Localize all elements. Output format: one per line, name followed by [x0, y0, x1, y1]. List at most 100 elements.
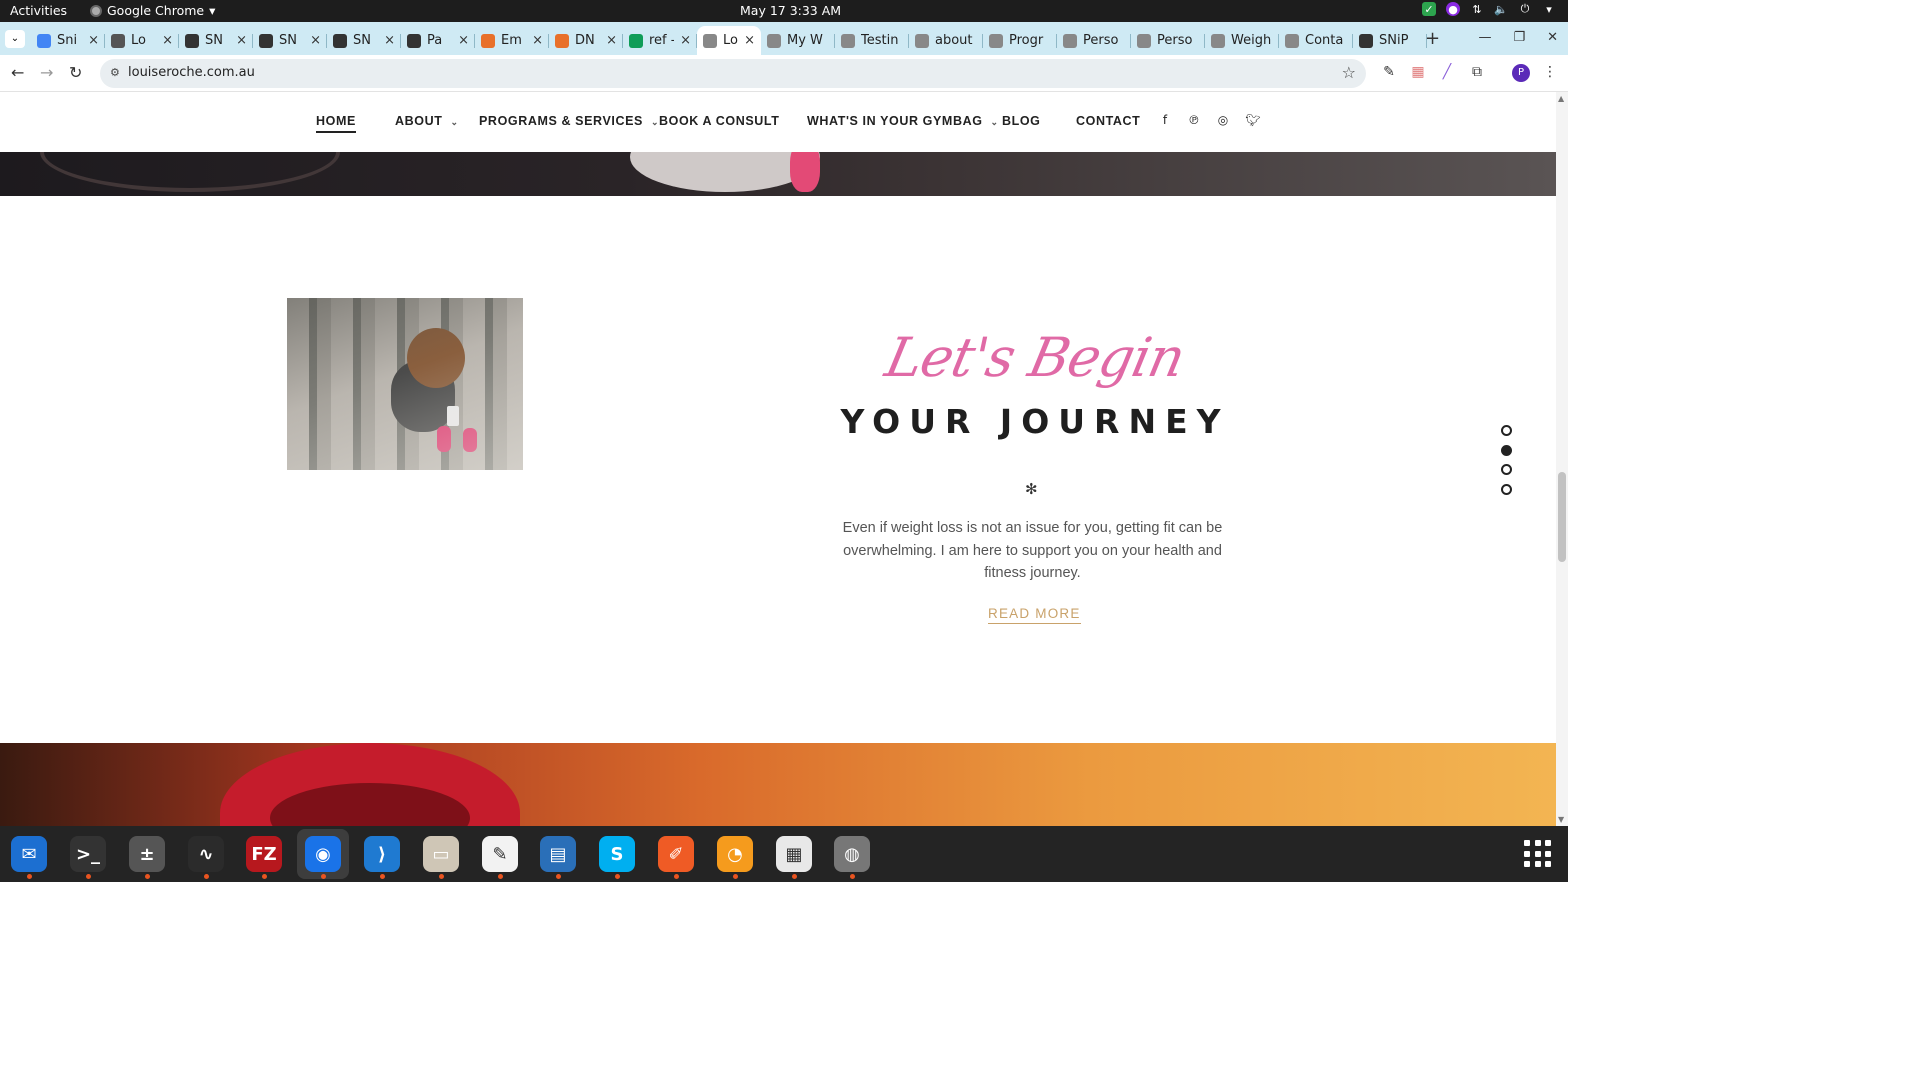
- tab[interactable]: Testin: [835, 26, 909, 55]
- nav-item[interactable]: HOME: [316, 114, 356, 133]
- forward-button[interactable]: →: [40, 63, 53, 82]
- blender-like-icon[interactable]: ◔: [717, 836, 753, 879]
- maximize-button[interactable]: ❐: [1513, 30, 1525, 45]
- nav-item[interactable]: ABOUT ⌄: [395, 114, 459, 128]
- tab[interactable]: Em ×: [475, 26, 549, 55]
- tab-search-button[interactable]: ⌄: [5, 30, 25, 48]
- document-viewer-icon[interactable]: ▦: [776, 836, 812, 879]
- libreoffice-writer-icon[interactable]: ▤: [540, 836, 576, 879]
- filezilla-icon[interactable]: FZ: [246, 836, 282, 879]
- url-text[interactable]: louiseroche.com.au: [128, 65, 255, 80]
- chrome-icon[interactable]: ◉: [305, 836, 341, 879]
- calculator-icon[interactable]: ±: [129, 836, 165, 879]
- profile-avatar[interactable]: P: [1512, 64, 1530, 82]
- vscode-icon[interactable]: ⟩: [364, 836, 400, 879]
- tab[interactable]: about: [909, 26, 983, 55]
- system-monitor-icon[interactable]: ∿: [188, 836, 224, 879]
- text-editor-icon[interactable]: ✎: [482, 836, 518, 879]
- script-heading: Let's Begin: [880, 326, 1190, 389]
- close-tab-icon[interactable]: ×: [532, 33, 543, 48]
- close-tab-icon[interactable]: ×: [680, 33, 691, 48]
- nav-item[interactable]: WHAT'S IN YOUR GYMBAG ⌄: [807, 114, 999, 128]
- app-indicator-icon[interactable]: ●: [1446, 2, 1460, 16]
- hero-image-top: [0, 152, 1556, 196]
- extensions-puzzle-icon[interactable]: ⧉: [1468, 64, 1486, 82]
- tab[interactable]: SN ×: [327, 26, 401, 55]
- tab[interactable]: SNiP: [1353, 26, 1427, 55]
- close-tab-icon[interactable]: ×: [88, 33, 99, 48]
- files-icon[interactable]: ▭: [423, 836, 459, 879]
- pinterest-icon[interactable]: ℗: [1186, 112, 1202, 128]
- site-info-icon[interactable]: ⚙: [110, 66, 120, 79]
- postman-icon[interactable]: ✐: [658, 836, 694, 879]
- tab[interactable]: Lo ×: [697, 26, 761, 55]
- status-check-icon[interactable]: ✓: [1422, 2, 1436, 16]
- read-more-link[interactable]: READ MORE: [988, 606, 1081, 624]
- nav-item[interactable]: PROGRAMS & SERVICES ⌄: [479, 114, 659, 128]
- back-button[interactable]: ←: [11, 63, 24, 82]
- volume-icon[interactable]: 🔈: [1494, 2, 1508, 16]
- chevron-down-icon[interactable]: ▾: [1542, 2, 1556, 16]
- tab[interactable]: Weigh: [1205, 26, 1279, 55]
- google-docs-icon: [37, 33, 51, 48]
- close-tab-icon[interactable]: ×: [384, 33, 395, 48]
- new-tab-button[interactable]: +: [1425, 28, 1440, 49]
- pen-extension-icon[interactable]: ╱: [1438, 64, 1456, 82]
- tab-title: SN: [205, 33, 223, 48]
- tab-title: DN: [575, 33, 595, 48]
- tab[interactable]: ref - G ×: [623, 26, 697, 55]
- network-icon[interactable]: ⇅: [1470, 2, 1484, 16]
- close-tab-icon[interactable]: ×: [310, 33, 321, 48]
- thunderbird-icon[interactable]: ✉: [11, 836, 47, 879]
- skype-icon[interactable]: S: [599, 836, 635, 879]
- address-bar[interactable]: ⚙ louiseroche.com.au ☆: [100, 59, 1366, 88]
- app-menu[interactable]: Google Chrome ▾: [90, 3, 215, 18]
- tab[interactable]: Perso: [1131, 26, 1205, 55]
- disk-icon[interactable]: ◍: [834, 836, 870, 879]
- calendar-extension-icon[interactable]: ▦: [1409, 64, 1427, 82]
- bookmark-star-icon[interactable]: ☆: [1342, 63, 1356, 82]
- nav-item[interactable]: CONTACT: [1076, 114, 1140, 128]
- terminal-icon[interactable]: >_: [70, 836, 106, 879]
- close-window-button[interactable]: ✕: [1547, 30, 1558, 45]
- facebook-icon[interactable]: f: [1157, 112, 1173, 128]
- close-tab-icon[interactable]: ×: [458, 33, 469, 48]
- nav-item[interactable]: BOOK A CONSULT: [659, 114, 779, 128]
- slide-dot[interactable]: [1501, 464, 1512, 475]
- system-tray[interactable]: ✓ ● ⇅ 🔈 ⏻ ▾: [1422, 2, 1556, 16]
- tab[interactable]: SN ×: [253, 26, 327, 55]
- slide-dot[interactable]: [1501, 425, 1512, 436]
- tab[interactable]: My W: [761, 26, 835, 55]
- snip-icon: [185, 33, 199, 48]
- page-scrollbar[interactable]: ▲ ▼: [1556, 92, 1568, 826]
- slide-dot[interactable]: [1501, 444, 1512, 456]
- slide-dot[interactable]: [1501, 483, 1512, 495]
- nav-item-label: CONTACT: [1076, 114, 1141, 128]
- close-tab-icon[interactable]: ×: [162, 33, 173, 48]
- tab[interactable]: Conta: [1279, 26, 1353, 55]
- clock[interactable]: May 17 3:33 AM: [740, 3, 841, 18]
- tab[interactable]: Pa ×: [401, 26, 475, 55]
- eyedropper-extension-icon[interactable]: ✎: [1380, 64, 1398, 82]
- tab[interactable]: DN ×: [549, 26, 623, 55]
- minimize-button[interactable]: —: [1478, 30, 1491, 45]
- tab[interactable]: Lo ×: [105, 26, 179, 55]
- show-applications-button[interactable]: [1524, 840, 1552, 868]
- snip-icon: [407, 33, 421, 48]
- close-tab-icon[interactable]: ×: [606, 33, 617, 48]
- instagram-icon[interactable]: ◎: [1215, 112, 1231, 128]
- tab[interactable]: Sni ×: [31, 26, 105, 55]
- close-tab-icon[interactable]: ×: [236, 33, 247, 48]
- close-tab-icon[interactable]: ×: [744, 33, 755, 48]
- tab[interactable]: Perso: [1057, 26, 1131, 55]
- chrome-menu-icon[interactable]: ⋮: [1541, 64, 1559, 82]
- tab[interactable]: Progr: [983, 26, 1057, 55]
- power-icon[interactable]: ⏻: [1518, 2, 1532, 16]
- tab[interactable]: SN ×: [179, 26, 253, 55]
- nav-item[interactable]: BLOG: [1002, 114, 1041, 128]
- tab-title: SNiP: [1379, 33, 1409, 48]
- reload-button[interactable]: ↻: [69, 63, 82, 82]
- twitter-icon[interactable]: 🐦︎: [1245, 112, 1261, 128]
- scrollbar-thumb[interactable]: [1558, 472, 1566, 562]
- activities-button[interactable]: Activities: [10, 3, 67, 18]
